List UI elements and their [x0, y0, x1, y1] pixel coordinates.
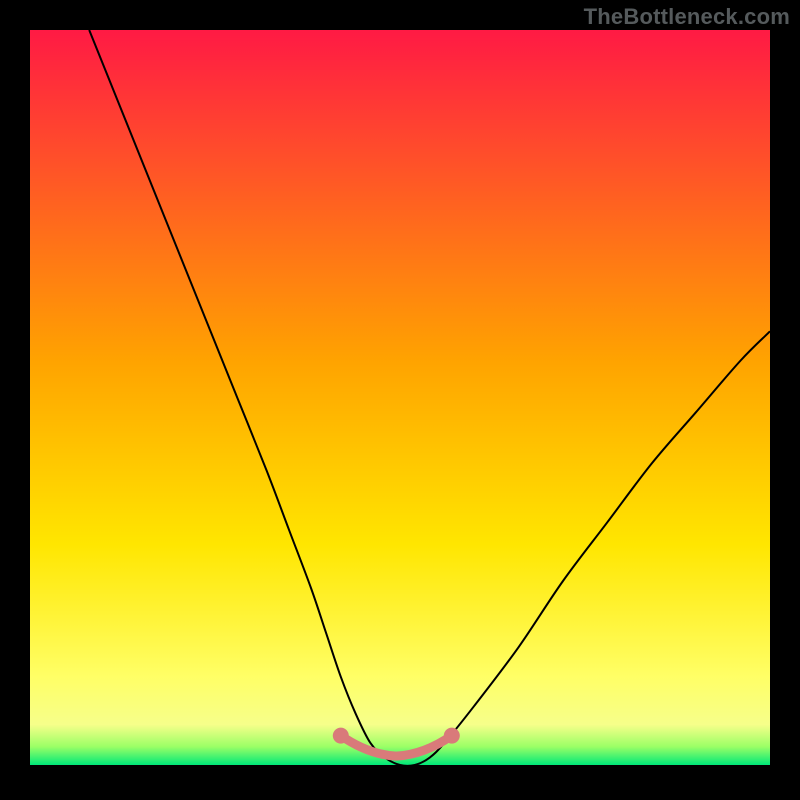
watermark-text: TheBottleneck.com: [584, 4, 790, 30]
floor-highlight-dot-right: [444, 728, 460, 744]
bottleneck-chart: [0, 0, 800, 800]
floor-highlight-dot-left: [333, 728, 349, 744]
gradient-background: [30, 30, 770, 765]
chart-frame: TheBottleneck.com: [0, 0, 800, 800]
